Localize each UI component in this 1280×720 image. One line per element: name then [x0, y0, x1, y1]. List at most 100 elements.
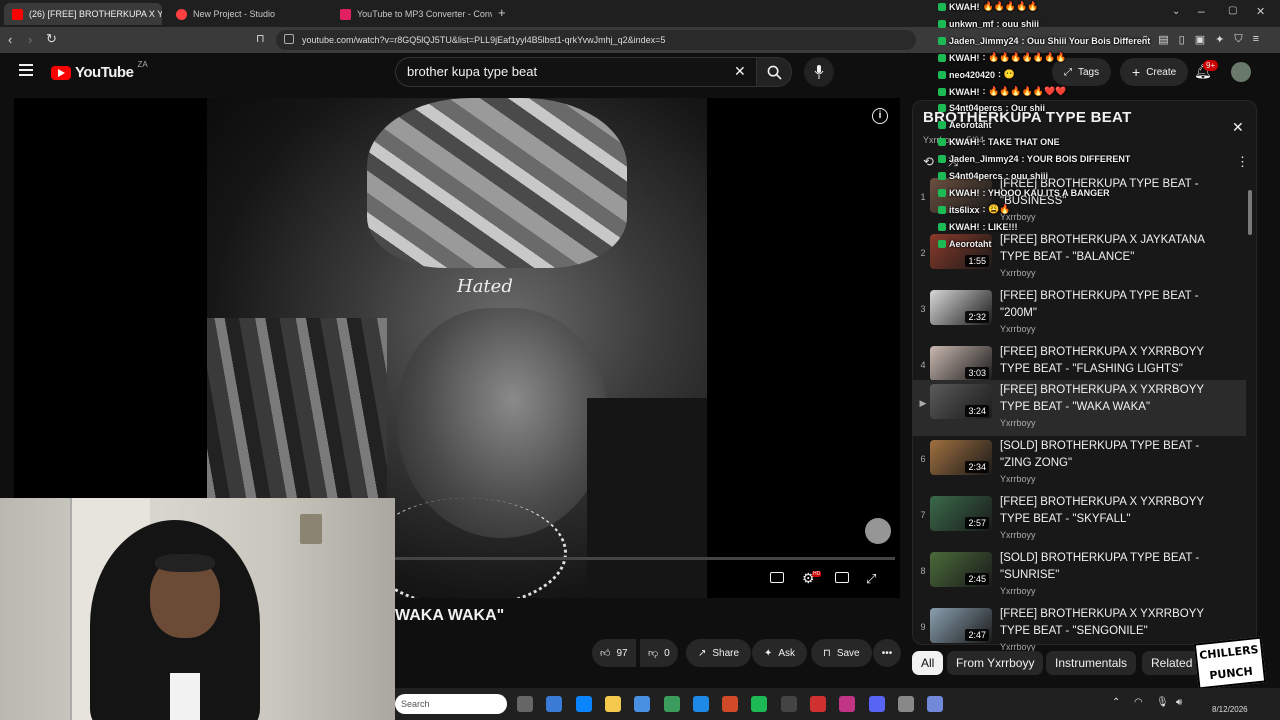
sidebar-icon[interactable]: ▯ [1179, 33, 1185, 46]
playlist-item[interactable]: ▶ 3:24 [FREE] BROTHERKUPA X YXRRBOYY TYPE … [912, 380, 1246, 436]
file-explorer-icon[interactable] [604, 696, 621, 712]
close-playlist-icon[interactable]: ✕ [1232, 119, 1244, 136]
browser-tab-converter[interactable]: YouTube to MP3 Converter - Convert [332, 3, 492, 25]
back-icon[interactable]: ‹ [8, 32, 12, 47]
reading-list-icon[interactable]: ▤ [1158, 33, 1168, 46]
youtube-logo[interactable]: YouTube ZA [51, 60, 148, 81]
save-button[interactable]: ⊓ Save [811, 639, 872, 667]
more-actions-button[interactable]: ••• [873, 639, 901, 667]
playlist-item-channel[interactable]: Yxrrboyy [1000, 324, 1036, 334]
hamburger-menu-icon[interactable] [19, 64, 33, 76]
playlist-item-title[interactable]: [FREE] BROTHERKUPA X YXRRBOYY TYPE BEAT … [1000, 344, 1220, 378]
brave-icon[interactable] [722, 696, 739, 712]
spotify-icon[interactable] [751, 696, 768, 712]
playlist-item-channel[interactable]: Yxrrboyy [1000, 530, 1036, 540]
maximize-icon[interactable]: ▢ [1228, 5, 1237, 16]
playlist-item-thumbnail[interactable]: 2:32 [930, 290, 992, 325]
store-icon[interactable] [634, 696, 651, 712]
teams-icon[interactable] [663, 696, 680, 712]
close-window-icon[interactable]: ✕ [1256, 5, 1265, 18]
loop-icon[interactable]: ⟲ [923, 154, 934, 170]
playlist-item-channel[interactable]: Yxrrboyy [1000, 268, 1036, 278]
playlist-item[interactable]: 3 2:32 [FREE] BROTHERKUPA TYPE BEAT - "200… [912, 286, 1246, 342]
avatar[interactable] [1231, 62, 1251, 82]
share-button[interactable]: ↗ Share [686, 639, 752, 667]
playlist-item-title[interactable]: [FREE] BROTHERKUPA X YXRRBOYY TYPE BEAT … [1000, 494, 1220, 528]
outlook-icon[interactable] [692, 696, 709, 712]
wallet-icon[interactable]: ▣ [1195, 33, 1205, 46]
playlist-item[interactable]: 8 2:45 [SOLD] BROTHERKUPA TYPE BEAT - "SUN… [912, 548, 1246, 604]
dislike-count: 0 [664, 647, 670, 659]
task-view-icon[interactable] [517, 696, 533, 712]
playlist-item-title[interactable]: [FREE] BROTHERKUPA X JAYKATANA TYPE BEAT… [1000, 232, 1220, 266]
edge-icon[interactable] [575, 696, 592, 712]
like-button[interactable]: 👍︎ 97 [592, 639, 636, 667]
browser-tab-youtube[interactable]: (26) [FREE] BROTHERKUPA X Y ✕ [4, 3, 162, 25]
playlist-item-thumbnail[interactable]: 3:03 [930, 346, 992, 381]
site-info-icon[interactable] [284, 34, 294, 44]
fullscreen-icon[interactable]: ⤢ [866, 571, 876, 587]
progress-bar[interactable] [395, 557, 895, 560]
playlist-scrollbar[interactable] [1248, 190, 1252, 235]
channel-watermark-icon[interactable] [865, 518, 891, 544]
browser-tab-studio[interactable]: New Project - Studio [168, 3, 328, 25]
search-input[interactable]: brother kupa type beat [395, 57, 757, 87]
playlist-item-title[interactable]: [SOLD] BROTHERKUPA TYPE BEAT - "SUNRISE" [1000, 550, 1220, 584]
playlist-item-title[interactable]: [FREE] BROTHERKUPA TYPE BEAT - "200M" [1000, 288, 1220, 322]
chat-badge-icon [938, 188, 946, 197]
tray-chevron-icon[interactable]: ⌃ [1112, 697, 1120, 708]
copilot-icon[interactable] [546, 696, 563, 712]
create-button[interactable]: + Create [1120, 58, 1189, 86]
playlist-item-thumbnail[interactable]: 2:34 [930, 440, 992, 475]
dislike-button[interactable]: 👎︎ 0 [640, 639, 678, 667]
minimize-icon[interactable]: – [1198, 4, 1205, 18]
clear-search-icon[interactable]: ✕ [734, 63, 746, 80]
taskbar-search-input[interactable]: Search [395, 694, 507, 714]
menu-icon[interactable]: ≡ [1253, 33, 1259, 46]
playlist-item-thumbnail[interactable]: 2:57 [930, 496, 992, 531]
discord-icon[interactable] [868, 696, 885, 712]
mic-tray-icon[interactable]: 🎙︎ [1156, 697, 1169, 708]
app-icon[interactable] [927, 696, 944, 712]
chip-instrumentals[interactable]: Instrumentals [1046, 651, 1137, 675]
playlist-item-thumbnail[interactable]: 2:47 [930, 608, 992, 643]
playlist-item-channel[interactable]: Yxrrboyy [1000, 586, 1036, 596]
url-bar[interactable]: youtube.com/watch?v=r8GQ5lQJ5TU&list=PLL… [276, 30, 916, 50]
search-button[interactable] [756, 57, 792, 87]
ask-button[interactable]: ✦ Ask [752, 639, 808, 667]
taskbar-date: 8/12/2026 [1212, 705, 1248, 714]
subtitles-icon[interactable] [770, 572, 784, 583]
miniplayer-icon[interactable] [835, 572, 849, 583]
playlist-item-channel[interactable]: Yxrrboyy [1000, 474, 1036, 484]
ai-icon[interactable]: ✦ [1215, 33, 1224, 46]
playlist-item[interactable]: 6 2:34 [SOLD] BROTHERKUPA TYPE BEAT - "ZIN… [912, 436, 1246, 492]
tab-search-icon[interactable]: ⌄ [1172, 6, 1180, 17]
volume-icon[interactable]: 🔊︎ [1176, 697, 1182, 708]
playlist-item-thumbnail[interactable]: 2:45 [930, 552, 992, 587]
playlist-item[interactable]: 7 2:57 [FREE] BROTHERKUPA X YXRRBOYY TYPE … [912, 492, 1246, 548]
tiktok-icon[interactable] [780, 696, 797, 712]
playlist-item-title[interactable]: [SOLD] BROTHERKUPA TYPE BEAT - "ZING ZON… [1000, 438, 1220, 472]
playlist-item-channel[interactable]: Yxrrboyy [1000, 418, 1036, 428]
chat-badge-icon [938, 103, 946, 112]
playlist-item-title[interactable]: [FREE] BROTHERKUPA X YXRRBOYY TYPE BEAT … [1000, 382, 1220, 416]
instagram-icon[interactable] [839, 696, 856, 712]
settings-app-icon[interactable] [897, 696, 914, 712]
voice-search-button[interactable] [804, 57, 834, 87]
wifi-icon[interactable]: ◠ [1134, 697, 1143, 708]
playlist-item-duration: 1:55 [965, 255, 989, 267]
chat-text: : 😶 [998, 69, 1015, 79]
playlist-item-title[interactable]: [FREE] BROTHERKUPA X YXRRBOYY TYPE BEAT … [1000, 606, 1220, 640]
new-tab-icon[interactable]: + [498, 5, 506, 20]
forward-icon[interactable]: › [28, 32, 32, 47]
chip-all[interactable]: All [912, 651, 944, 675]
app-icon[interactable] [810, 696, 826, 712]
playlist-item-thumbnail[interactable]: 3:24 [930, 384, 992, 419]
playlist-more-icon[interactable]: ⋮ [1236, 154, 1249, 170]
reload-icon[interactable]: ↻ [46, 31, 57, 47]
chip-from-channel[interactable]: From Yxrrboyy [947, 651, 1044, 675]
info-icon[interactable]: i [872, 108, 888, 124]
shield-icon[interactable]: ⛉ [1234, 33, 1242, 46]
bookmark-icon[interactable]: ⊓ [256, 32, 265, 45]
chip-related[interactable]: Related [1142, 651, 1202, 675]
